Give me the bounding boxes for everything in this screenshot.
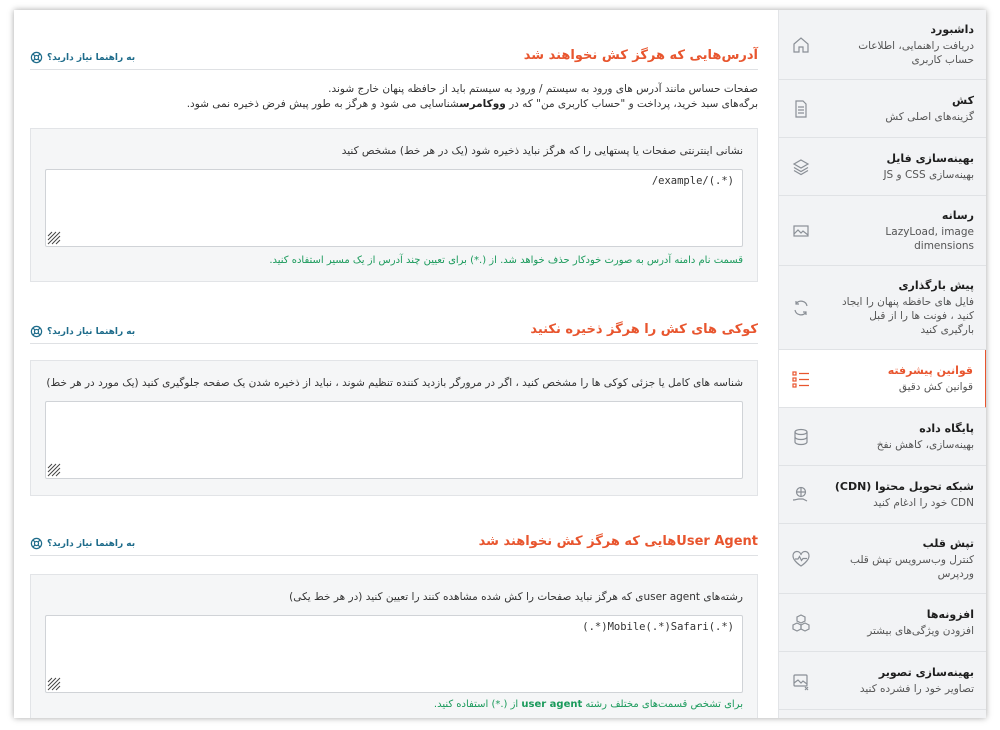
refresh-icon bbox=[794, 300, 808, 315]
app-window: داشبورد دریافت راهنمایی، اطلاعات حساب کار… bbox=[14, 10, 986, 718]
settings-sidebar: داشبورد دریافت راهنمایی، اطلاعات حساب کار… bbox=[778, 10, 986, 718]
sidebar-item-heartbeat[interactable]: تپش قلب کنترل وب‌سرویس تپش قلب وردپرس bbox=[779, 524, 986, 594]
sidebar-item-database[interactable]: پایگاه داده بهینه‌سازی، کاهش نفخ bbox=[779, 408, 986, 466]
lifebuoy-icon bbox=[30, 537, 43, 550]
field-note: برای تشخص قسمت‌های مختلف رشته user agent… bbox=[433, 699, 743, 710]
section-title: User Agentهایی که هرگز کش نخواهند شد bbox=[478, 534, 758, 549]
never-cache-urls-textarea[interactable]: /example/(.*) bbox=[45, 169, 743, 247]
section-header-never-cache-cookies: کوکی های کش را هرگز ذخیره نکنید به راهنم… bbox=[30, 318, 758, 344]
resize-handle-icon[interactable] bbox=[47, 677, 61, 691]
heartbeat-icon bbox=[792, 550, 810, 567]
section-header-never-cache-user-agents: User Agentهایی که هرگز کش نخواهند شد به … bbox=[30, 530, 758, 556]
help-link[interactable]: به راهنما نیاز دارید؟ bbox=[30, 325, 135, 338]
home-icon bbox=[793, 36, 809, 53]
never-cache-urls-box: نشانی اینترنتی صفحات یا پستهایی را که هر… bbox=[30, 128, 758, 282]
image-compress-icon bbox=[793, 673, 809, 690]
lifebuoy-icon bbox=[30, 51, 43, 64]
field-label: شناسه های کامل یا جزئی کوکی ها را مشخص ک… bbox=[46, 377, 743, 389]
database-icon bbox=[794, 428, 808, 445]
lifebuoy-icon bbox=[30, 325, 43, 338]
sidebar-item-dashboard[interactable]: داشبورد دریافت راهنمایی، اطلاعات حساب کار… bbox=[779, 10, 986, 80]
sidebar-item-preload[interactable]: پیش بارگذاری فایل های حافظه پنهان را ایجا… bbox=[779, 266, 986, 350]
sidebar-item-media[interactable]: رسانه LazyLoad, image dimensions bbox=[779, 196, 986, 266]
image-icon bbox=[793, 224, 809, 237]
list-icon bbox=[792, 370, 809, 388]
sidebar-item-advanced-rules[interactable]: قوانین پیشرفته قوانین کش دقیق bbox=[779, 350, 986, 408]
never-cache-user-agents-textarea[interactable]: (.*)Mobile(.*)Safari(.*) bbox=[45, 615, 743, 693]
sidebar-item-cdn[interactable]: شبکه تحویل محتوا (CDN) CDN خود را ادغام ک… bbox=[779, 466, 986, 524]
section-header-never-cache-urls: آدرس‌هایی که هرگز کش نخواهند شد به راهنم… bbox=[30, 44, 758, 70]
document-icon bbox=[795, 99, 807, 118]
sidebar-item-file-optimization[interactable]: بهینه‌سازی فایل بهینه‌سازی CSS و JS bbox=[779, 138, 986, 196]
resize-handle-icon[interactable] bbox=[47, 463, 61, 477]
sidebar-item-image-optimization[interactable]: بهینه‌سازی تصویر تصاویر خود را فشرده کنید bbox=[779, 652, 986, 710]
field-label: نشانی اینترنتی صفحات یا پستهایی را که هر… bbox=[341, 145, 743, 157]
help-link[interactable]: به راهنما نیاز دارید؟ bbox=[30, 51, 135, 64]
section-title: آدرس‌هایی که هرگز کش نخواهند شد bbox=[523, 48, 758, 63]
sidebar-item-addons[interactable]: افزونه‌ها افزودن ویژگی‌های بیشتر bbox=[779, 594, 986, 652]
cubes-icon bbox=[792, 613, 810, 632]
section-title: کوکی های کش را هرگز ذخیره نکنید bbox=[530, 322, 758, 337]
layers-icon bbox=[792, 158, 810, 175]
help-link[interactable]: به راهنما نیاز دارید؟ bbox=[30, 537, 135, 550]
never-cache-cookies-textarea[interactable] bbox=[45, 401, 743, 479]
sidebar-item-cache[interactable]: کش گزینه‌های اصلی کش bbox=[779, 80, 986, 138]
field-note: قسمت نام دامنه آدرس به صورت خودکار حذف خ… bbox=[269, 255, 743, 266]
field-label: رشته‌های user agentی که هرگز نباید صفحات… bbox=[289, 591, 743, 603]
main-content: آدرس‌هایی که هرگز کش نخواهند شد به راهنم… bbox=[30, 10, 758, 718]
section-description: صفحات حساس مانند آدرس های ورود به سیستم … bbox=[186, 83, 758, 110]
never-cache-cookies-box: شناسه های کامل یا جزئی کوکی ها را مشخص ک… bbox=[30, 360, 758, 496]
resize-handle-icon[interactable] bbox=[47, 231, 61, 245]
globe-hand-icon bbox=[792, 486, 808, 502]
never-cache-user-agents-box: رشته‌های user agentی که هرگز نباید صفحات… bbox=[30, 574, 758, 718]
